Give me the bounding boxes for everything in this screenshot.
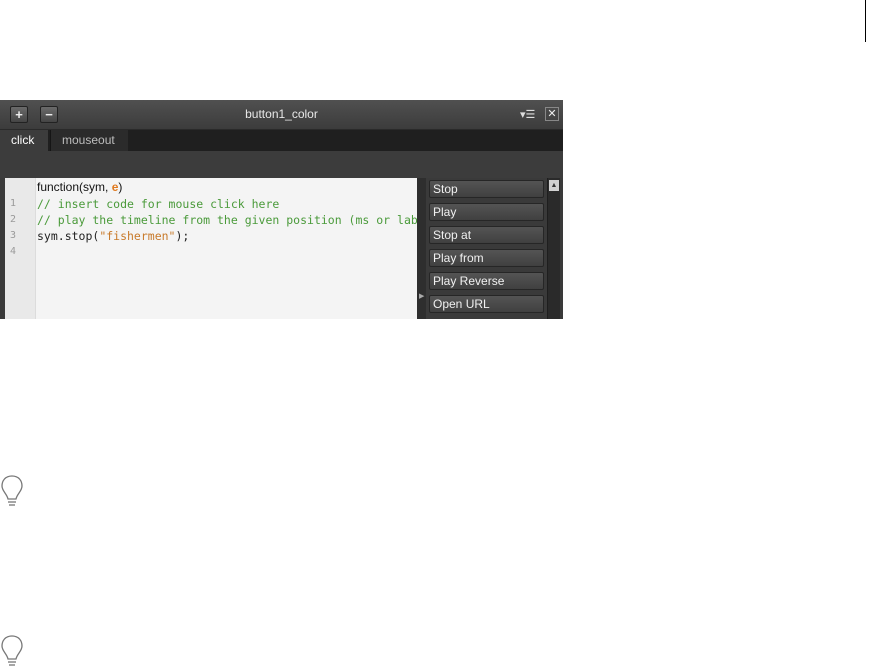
pane-splitter[interactable]: ▶ — [417, 178, 426, 319]
tab-mouseout[interactable]: mouseout — [50, 130, 128, 151]
code-line: 3 sym.stop("fishermen"); — [5, 228, 417, 244]
code-editor[interactable]: function(sym, e) 1 // insert code for mo… — [5, 178, 417, 319]
panel-titlebar: + − button1_color ▾☰ ✕ — [0, 100, 563, 130]
code-panel: + − button1_color ▾☰ ✕ click mouseout fu… — [0, 100, 563, 319]
action-play-button[interactable]: Play — [429, 203, 544, 221]
actions-scrollbar[interactable]: ▲ — [547, 178, 560, 319]
code-comment: // play the timeline from the given posi… — [37, 213, 417, 227]
line-number: 3 — [10, 230, 17, 241]
lightbulb-tip-icon — [1, 635, 23, 666]
function-signature: function(sym, e) — [37, 179, 122, 195]
code-comment: // insert code for mouse click here — [37, 197, 280, 211]
code-string: "fishermen" — [99, 229, 176, 243]
action-play-reverse-button[interactable]: Play Reverse — [429, 272, 544, 290]
tab-click[interactable]: click — [0, 130, 48, 151]
code-line: 4 — [5, 244, 417, 260]
line-number: 4 — [10, 246, 17, 257]
code-statement: sym.stop("fishermen"); — [37, 228, 189, 244]
action-play-from-button[interactable]: Play from — [429, 249, 544, 267]
code-line: 1 // insert code for mouse click here — [5, 196, 417, 212]
splitter-arrow-icon: ▶ — [419, 293, 425, 300]
panel-title: button1_color — [245, 107, 318, 121]
page-edge-rule — [865, 0, 866, 42]
event-tabs: click mouseout — [0, 130, 563, 151]
line-number: 1 — [10, 198, 17, 209]
line-number: 2 — [10, 214, 17, 225]
signature-text: function(sym, — [37, 180, 112, 194]
function-signature-line: function(sym, e) — [5, 179, 417, 195]
scroll-up-icon[interactable]: ▲ — [549, 180, 559, 191]
action-stop-at-button[interactable]: Stop at — [429, 226, 544, 244]
panel-toolbar-area — [0, 151, 563, 178]
panel-menu-icon[interactable]: ▾☰ — [520, 108, 535, 121]
code-line: 2 // play the timeline from the given po… — [5, 212, 417, 228]
lightbulb-tip-icon — [1, 475, 23, 506]
code-call-end: ); — [175, 229, 190, 243]
action-open-url-button[interactable]: Open URL — [429, 295, 544, 313]
close-icon[interactable]: ✕ — [545, 107, 559, 121]
actions-list: Stop Play Stop at Play from Play Reverse… — [426, 178, 546, 319]
code-call: sym.stop( — [37, 229, 100, 243]
action-stop-button[interactable]: Stop — [429, 180, 544, 198]
signature-close: ) — [118, 180, 123, 194]
